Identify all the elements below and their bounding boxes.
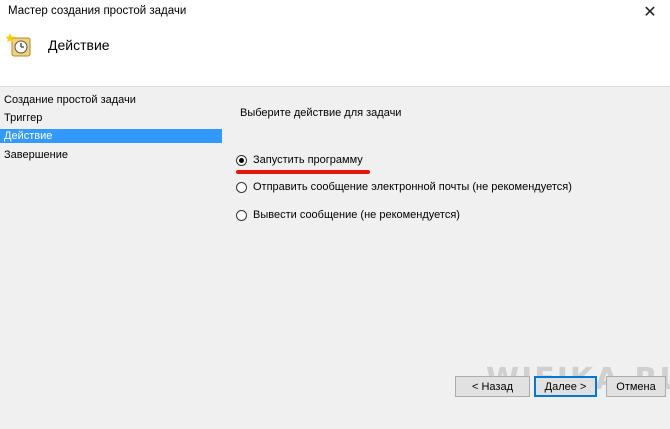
option-send-email-label: Отправить сообщение электронной почты (н… bbox=[253, 181, 572, 193]
radio-run-program[interactable] bbox=[236, 154, 247, 166]
wizard-header: Действие bbox=[0, 24, 670, 87]
sidebar-item-action[interactable]: Действие bbox=[0, 129, 222, 143]
option-run-program[interactable]: Запустить программу bbox=[236, 152, 363, 168]
radio-show-message[interactable] bbox=[236, 209, 247, 221]
title-bar: Мастер создания простой задачи ✕ bbox=[0, 0, 670, 24]
next-button[interactable]: Далее > bbox=[534, 376, 597, 397]
sidebar-item-create-task[interactable]: Создание простой задачи bbox=[0, 93, 222, 107]
task-scheduler-icon bbox=[6, 33, 31, 57]
option-run-program-label: Запустить программу bbox=[253, 154, 363, 166]
radio-send-email[interactable] bbox=[236, 181, 247, 193]
page-title: Действие bbox=[48, 37, 110, 53]
wizard-steps: Создание простой задачи Триггер Действие… bbox=[0, 87, 222, 429]
annotation-underline bbox=[236, 170, 370, 174]
sidebar-item-finish[interactable]: Завершение bbox=[0, 148, 222, 162]
cancel-button[interactable]: Отмена bbox=[606, 376, 666, 397]
option-send-email[interactable]: Отправить сообщение электронной почты (н… bbox=[236, 179, 572, 195]
back-button[interactable]: < Назад bbox=[455, 376, 530, 397]
sidebar-item-trigger[interactable]: Триггер bbox=[0, 111, 222, 125]
window-title: Мастер создания простой задачи bbox=[8, 5, 187, 17]
option-show-message-label: Вывести сообщение (не рекомендуется) bbox=[253, 209, 460, 221]
action-prompt: Выберите действие для задачи bbox=[240, 107, 402, 119]
main-content: Выберите действие для задачи Запустить п… bbox=[236, 87, 670, 387]
option-show-message[interactable]: Вывести сообщение (не рекомендуется) bbox=[236, 207, 460, 223]
close-icon[interactable]: ✕ bbox=[630, 0, 670, 24]
